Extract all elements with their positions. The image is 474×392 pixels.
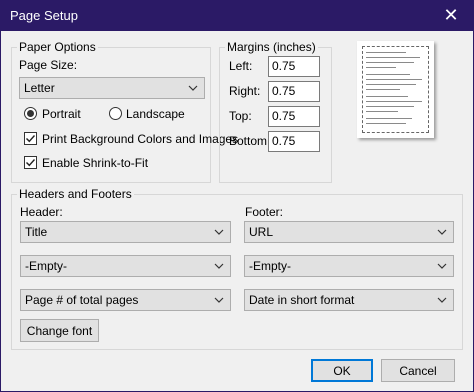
header-select-1[interactable]: Title [20, 221, 231, 243]
cancel-button[interactable]: Cancel [381, 359, 455, 382]
paper-options-legend: Paper Options [17, 40, 98, 54]
preview-text-line [366, 118, 412, 119]
preview-text-line [366, 79, 422, 80]
margin-top-label: Top: [229, 109, 252, 123]
chevron-down-icon [435, 222, 449, 242]
chevron-down-icon [186, 78, 200, 98]
preview-text-line [366, 84, 416, 85]
margin-left-label: Left: [229, 59, 253, 73]
change-font-button[interactable]: Change font [20, 319, 99, 342]
title-bar: Page Setup ✕ [0, 0, 474, 31]
window-title: Page Setup [10, 8, 78, 23]
landscape-label[interactable]: Landscape [126, 107, 185, 121]
page-setup-dialog: Paper Options Page Size: Letter Portrait… [0, 31, 474, 392]
portrait-radio[interactable] [24, 107, 37, 120]
footer-label: Footer: [245, 205, 284, 219]
headers-footers-legend: Headers and Footers [17, 187, 134, 201]
landscape-radio[interactable] [109, 107, 122, 120]
shrink-to-fit-checkbox[interactable] [24, 156, 37, 169]
footer-select-1[interactable]: URL [244, 221, 454, 243]
checkmark-icon [26, 135, 36, 143]
preview-text-line [366, 123, 406, 124]
margin-bottom-label: Bottom: [229, 134, 271, 148]
margin-left-input[interactable]: 0.75 [268, 56, 320, 77]
chevron-down-icon [212, 290, 226, 310]
margins-legend: Margins (inches) [225, 40, 318, 54]
page-size-value: Letter [24, 81, 55, 95]
header-select-2-value: -Empty- [25, 259, 67, 273]
footer-select-2-value: -Empty- [249, 259, 291, 273]
margin-top-input[interactable]: 0.75 [268, 106, 320, 127]
margin-right-input[interactable]: 0.75 [268, 81, 320, 102]
margin-right-label: Right: [229, 84, 261, 98]
footer-select-3[interactable]: Date in short format [244, 289, 454, 311]
header-label: Header: [20, 205, 63, 219]
radio-selected-dot [27, 110, 34, 117]
preview-text-line [366, 101, 422, 102]
close-icon[interactable]: ✕ [428, 0, 474, 31]
header-select-2[interactable]: -Empty- [20, 255, 231, 277]
chevron-down-icon [212, 222, 226, 242]
print-background-checkbox[interactable] [24, 132, 37, 145]
preview-text-line [366, 67, 396, 68]
portrait-label[interactable]: Portrait [42, 107, 81, 121]
print-background-label[interactable]: Print Background Colors and Images [42, 132, 238, 146]
margins-group: Margins (inches) Left: 0.75 Right: 0.75 … [219, 40, 332, 183]
page-size-select[interactable]: Letter [19, 77, 205, 99]
preview-text-line [366, 89, 400, 90]
header-select-3[interactable]: Page # of total pages [20, 289, 231, 311]
preview-text-line [366, 111, 398, 112]
preview-text-line [366, 57, 420, 58]
chevron-down-icon [435, 290, 449, 310]
preview-text-line [366, 62, 414, 63]
paper-options-group: Paper Options Page Size: Letter Portrait… [11, 40, 238, 183]
checkmark-icon [26, 159, 36, 167]
preview-text-line [366, 106, 414, 107]
header-select-3-value: Page # of total pages [25, 293, 139, 307]
margin-bottom-input[interactable]: 0.75 [268, 131, 320, 152]
preview-text-line [366, 74, 410, 75]
shrink-to-fit-label[interactable]: Enable Shrink-to-Fit [42, 156, 148, 170]
header-select-1-value: Title [25, 225, 48, 239]
headers-footers-group: Headers and Footers Header: Footer: Titl… [11, 187, 463, 350]
ok-button[interactable]: OK [311, 359, 373, 382]
page-preview [357, 41, 434, 138]
footer-select-3-value: Date in short format [249, 293, 355, 307]
preview-text-line [366, 52, 406, 53]
footer-select-1-value: URL [249, 225, 274, 239]
preview-text-line [366, 96, 408, 97]
chevron-down-icon [212, 256, 226, 276]
page-size-label: Page Size: [19, 58, 78, 72]
footer-select-2[interactable]: -Empty- [244, 255, 454, 277]
chevron-down-icon [435, 256, 449, 276]
